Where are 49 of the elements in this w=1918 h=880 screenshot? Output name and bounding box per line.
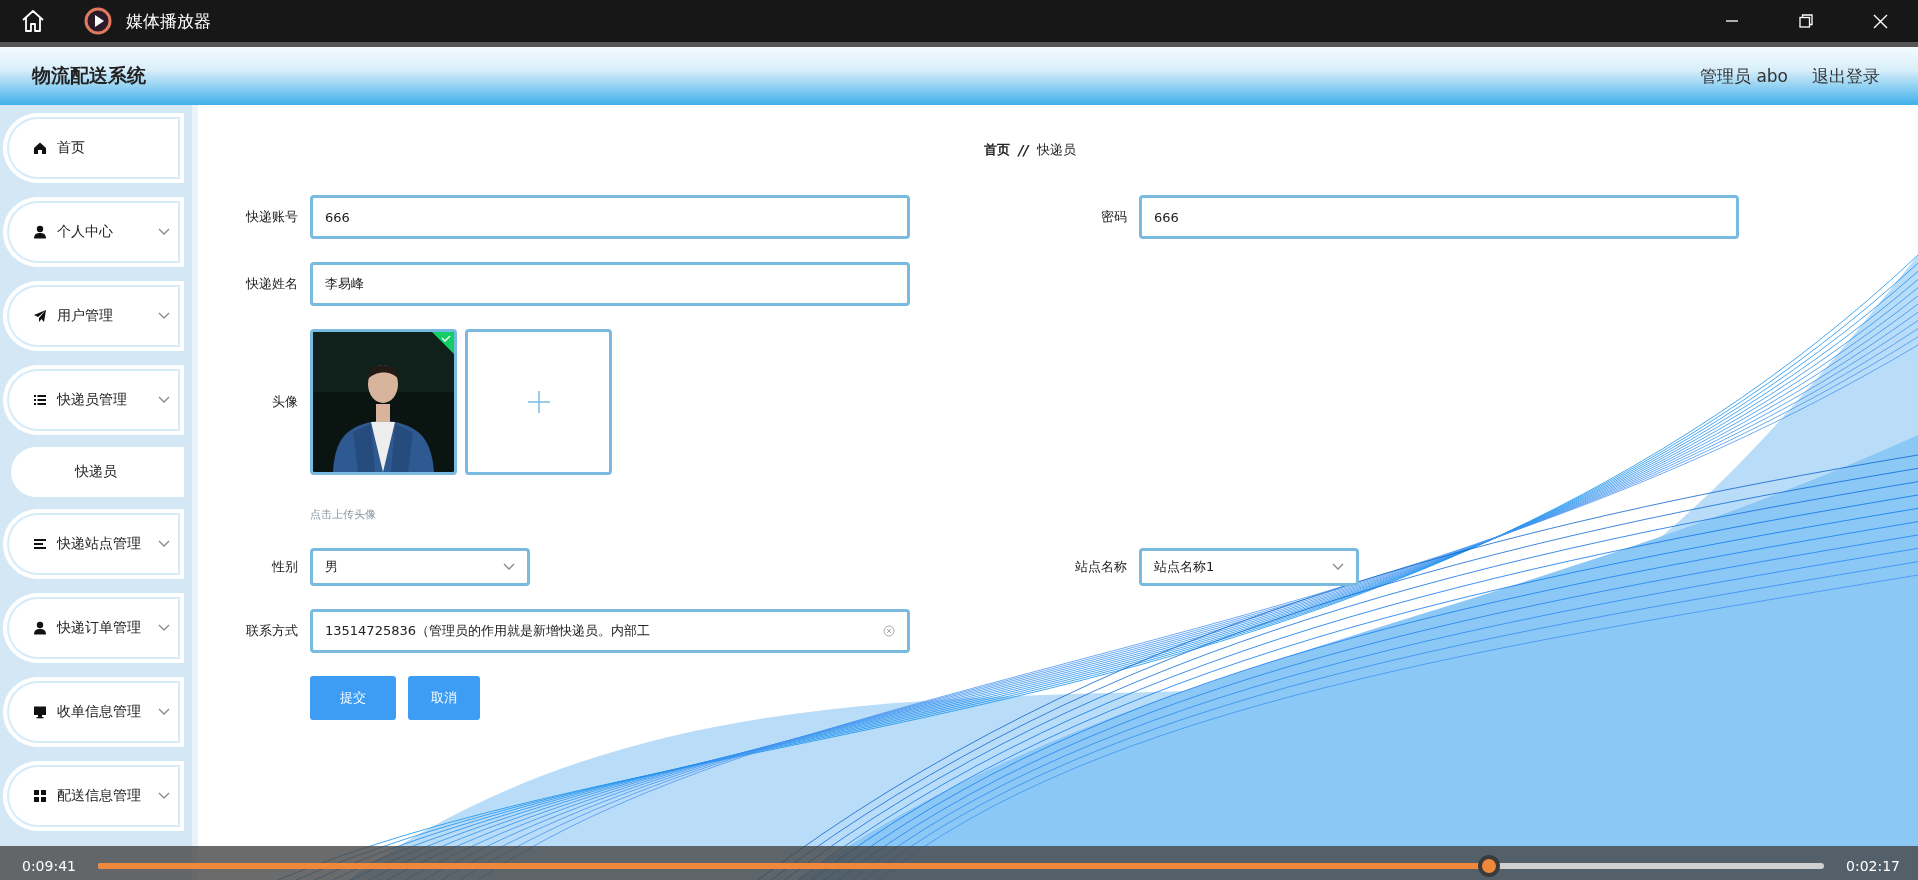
list-icon [33,537,47,551]
input-field[interactable]: 13514725836（管理员的作用就是新增快递员。内部工 [310,609,910,653]
paper-plane-icon [33,309,47,323]
app-title: 物流配送系统 [32,63,147,88]
breadcrumb-item: 快递员 [1036,141,1076,159]
user-name: 管理员 abo [1700,64,1788,88]
list-icon [33,393,47,407]
field-label: 快递账号 [245,208,298,226]
sidebar-item[interactable]: 用户管理 [3,281,184,351]
progress-handle[interactable] [1478,855,1501,877]
chevron-down-icon [503,563,515,571]
close-icon[interactable] [1873,13,1888,29]
play-icon [84,7,112,35]
input-field[interactable]: 666 [310,195,910,239]
chevron-down-icon [1332,563,1344,571]
sidebar-item[interactable]: 快递订单管理 [3,593,184,663]
sidebar-item[interactable]: 配送信息管理 [3,761,184,831]
home-icon[interactable] [20,8,46,34]
logout-link[interactable]: 退出登录 [1812,64,1880,88]
field-label: 密码 [1100,208,1127,226]
breadcrumb-item[interactable]: 首页 [984,141,1011,159]
input-field[interactable]: 李易峰 [310,262,910,306]
sidebar-item[interactable]: 个人中心 [3,197,184,267]
field-label: 站点名称 [1074,558,1127,576]
breadcrumb-separator: // [1018,142,1029,158]
remaining-time: 0:02:17 [1846,858,1900,874]
sidebar-item[interactable]: 快递员管理 [3,365,184,435]
user-icon [33,621,47,635]
monitor-icon [33,705,47,719]
restore-icon[interactable] [1799,13,1813,28]
field-label: 联系方式 [245,622,298,640]
window-title: 媒体播放器 [126,9,211,33]
upload-hint: 点击上传头像 [310,507,377,522]
grid-icon [33,789,47,803]
elapsed-time: 0:09:41 [22,858,76,874]
sidebar-subitem[interactable]: 快递员 [11,447,184,497]
success-badge-icon [432,332,454,354]
select-field[interactable]: 男 [310,548,530,586]
sidebar-item[interactable]: 首页 [3,113,184,183]
field-label: 性别 [271,558,298,576]
input-field[interactable]: 666 [1139,195,1739,239]
sidebar-item[interactable]: 收单信息管理 [3,677,184,747]
plus-icon [526,390,551,414]
field-label: 快递姓名 [245,275,298,293]
home-icon [33,141,47,155]
sidebar-item[interactable]: 快递站点管理 [3,509,184,579]
field-label: 头像 [271,393,298,411]
select-field[interactable]: 站点名称1 [1139,548,1359,586]
user-icon [33,225,47,239]
